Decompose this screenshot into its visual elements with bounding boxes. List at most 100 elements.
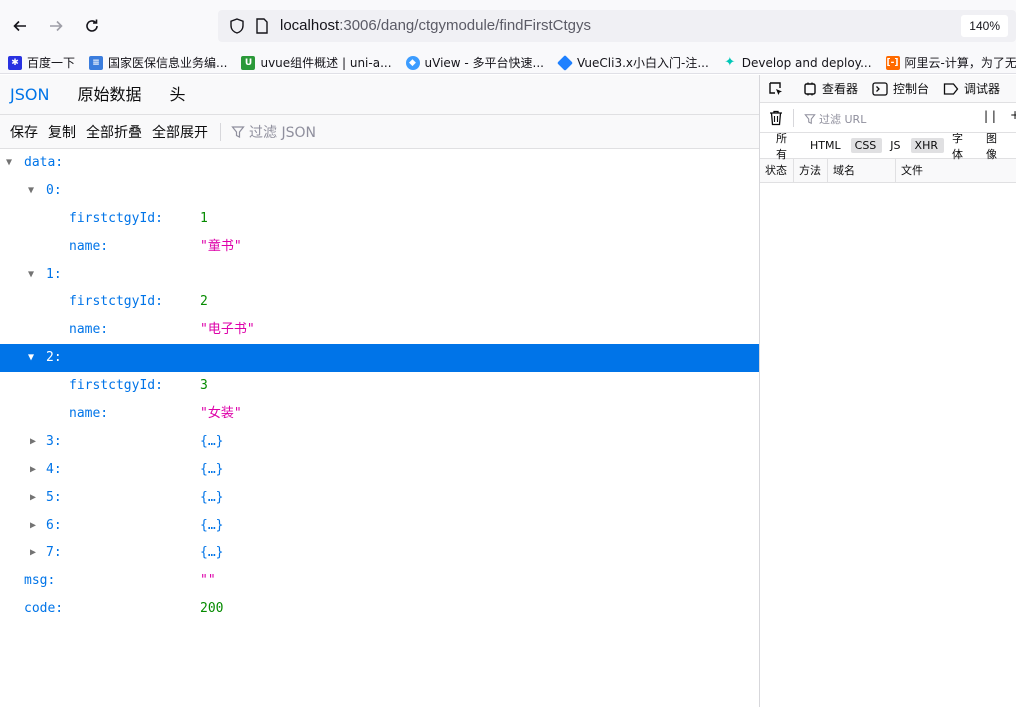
twisty-down-icon[interactable] <box>28 344 34 372</box>
tab-headers[interactable]: 头 <box>155 75 199 114</box>
network-filter-bar: 过滤 URL | | + <box>760 103 1016 133</box>
tree-row-item-selected[interactable]: 2: <box>0 344 759 373</box>
filter-json-input[interactable]: 过滤 JSON <box>225 122 316 142</box>
filter-url-input[interactable]: 过滤 URL <box>804 111 866 127</box>
type-filter-xhr[interactable]: XHR <box>910 138 944 153</box>
tree-row-field[interactable]: name: "童书" <box>0 233 759 261</box>
bookmark-item[interactable]: ≡ 国家医保信息业务编... <box>89 54 227 71</box>
save-button[interactable]: 保存 <box>0 122 44 142</box>
aliyun-icon: [-] <box>885 55 900 70</box>
tree-row-field[interactable]: firstctgyId: 3 <box>0 372 759 400</box>
twisty-right-icon[interactable] <box>30 512 36 540</box>
tree-row-field[interactable]: name: "电子书" <box>0 316 759 344</box>
column-method[interactable]: 方法 <box>794 159 828 182</box>
pick-element-button[interactable] <box>768 81 789 97</box>
url-bar[interactable]: localhost:3006/dang/ctgymodule/findFirst… <box>218 10 1016 42</box>
column-file[interactable]: 文件 <box>896 159 1016 182</box>
filter-placeholder: 过滤 JSON <box>249 124 316 141</box>
copy-button[interactable]: 复制 <box>44 122 82 142</box>
bookmark-item[interactable]: VueCli3.x小白入门-注... <box>557 54 709 71</box>
console-icon <box>872 81 888 96</box>
tab-label: 调试器 <box>964 82 1001 96</box>
u-icon: U <box>241 55 256 70</box>
inspector-icon <box>804 82 816 95</box>
json-key: firstctgyId: <box>69 294 163 310</box>
json-string-value: "电子书" <box>200 322 255 338</box>
trash-icon[interactable] <box>769 110 783 126</box>
funnel-icon <box>804 114 816 125</box>
network-table-header: 状态 方法 域名 文件 <box>760 159 1016 183</box>
page-icon[interactable] <box>254 17 270 35</box>
tree-row-collapsed[interactable]: 5: {…} <box>0 484 759 512</box>
json-key: msg: <box>24 573 56 589</box>
request-type-filters: 所有 HTML CSS JS XHR 字体 图像 <box>760 132 1016 161</box>
json-string-value: "女装" <box>200 406 242 422</box>
json-object-preview: {…} <box>200 545 224 561</box>
bookmark-item[interactable]: ✦ Develop and deploy... <box>723 54 871 70</box>
tab-inspector[interactable]: 查看器 <box>803 80 858 97</box>
twisty-down-icon[interactable] <box>6 149 12 177</box>
type-filter-css[interactable]: CSS <box>850 138 883 153</box>
twisty-right-icon[interactable] <box>30 484 36 512</box>
bookmark-item[interactable]: ✱ 百度一下 <box>8 54 75 71</box>
url-text[interactable]: localhost:3006/dang/ctgymodule/findFirst… <box>280 17 591 34</box>
tab-raw-data[interactable]: 原始数据 <box>63 75 155 114</box>
tab-debugger[interactable]: 调试器 <box>943 80 1000 97</box>
back-button[interactable] <box>7 13 33 39</box>
tree-row-collapsed[interactable]: 7: {…} <box>0 539 759 567</box>
collapse-all-button[interactable]: 全部折叠 <box>82 122 148 142</box>
tree-row-field[interactable]: firstctgyId: 1 <box>0 205 759 233</box>
json-key: 0: <box>46 182 62 198</box>
sparkle-icon: ✦ <box>724 54 736 70</box>
tree-row-field[interactable]: firstctgyId: 2 <box>0 288 759 316</box>
tree-row-item[interactable]: 0: <box>0 177 759 205</box>
back-arrow-icon <box>13 20 26 32</box>
twisty-right-icon[interactable] <box>30 428 36 456</box>
bookmarks-bar: ✱ 百度一下 ≡ 国家医保信息业务编... Uuvue组件概述 | uni-a...… <box>0 52 1016 74</box>
tree-row-msg[interactable]: msg: "" <box>0 567 759 595</box>
paw-icon: ✱ <box>8 55 22 70</box>
json-key: code: <box>24 601 64 617</box>
tree-row-field[interactable]: name: "女装" <box>0 400 759 428</box>
bookmark-item[interactable]: Uuvue组件概述 | uni-a... <box>241 54 392 71</box>
type-filter-js[interactable]: JS <box>886 138 906 153</box>
json-key: 6: <box>46 517 62 533</box>
json-object-preview: {…} <box>200 461 224 477</box>
expand-all-button[interactable]: 全部展开 <box>148 122 214 142</box>
tree-row-code[interactable]: code: 200 <box>0 595 759 623</box>
tree-row-item[interactable]: 1: <box>0 261 759 289</box>
json-key: name: <box>69 406 109 422</box>
filter-url-placeholder: 过滤 URL <box>819 113 867 126</box>
twisty-down-icon[interactable] <box>28 177 34 205</box>
type-filter-html[interactable]: HTML <box>806 138 847 153</box>
reload-button[interactable] <box>79 13 105 39</box>
json-key: 3: <box>46 433 62 449</box>
type-filter-all[interactable]: 所有 <box>772 129 802 163</box>
bookmark-label: VueCli3.x小白入门-注... <box>577 56 709 70</box>
tree-row-data[interactable]: data: <box>0 149 759 177</box>
column-status[interactable]: 状态 <box>760 159 794 182</box>
twisty-right-icon[interactable] <box>30 539 36 567</box>
bookmark-item[interactable]: ◆ uView - 多平台快速... <box>405 54 544 71</box>
column-domain[interactable]: 域名 <box>828 159 896 182</box>
bookmark-label: uvue组件概述 | uni-a... <box>260 56 392 70</box>
tab-console[interactable]: 控制台 <box>872 80 929 97</box>
forward-button[interactable] <box>43 13 69 39</box>
devtools-tabs: 查看器 控制台 调试器 <box>760 75 1016 103</box>
json-key: data: <box>24 155 64 170</box>
add-button[interactable]: + <box>1010 108 1016 122</box>
tree-row-collapsed[interactable]: 6: {…} <box>0 512 759 540</box>
bookmark-label: 阿里云-计算，为了无 <box>904 56 1016 70</box>
zoom-indicator[interactable]: 140% <box>961 15 1008 37</box>
pause-button[interactable]: | | <box>984 109 996 123</box>
tab-json[interactable]: JSON <box>0 75 63 114</box>
twisty-right-icon[interactable] <box>30 456 36 484</box>
type-filter-fonts[interactable]: 字体 <box>948 129 978 163</box>
twisty-down-icon[interactable] <box>28 261 34 289</box>
type-filter-images[interactable]: 图像 <box>982 129 1012 163</box>
shield-icon[interactable] <box>228 17 246 35</box>
bookmark-item[interactable]: [-] 阿里云-计算，为了无 <box>885 54 1016 71</box>
json-key: 1: <box>46 266 62 282</box>
tree-row-collapsed[interactable]: 3: {…} <box>0 428 759 456</box>
tree-row-collapsed[interactable]: 4: {…} <box>0 456 759 484</box>
